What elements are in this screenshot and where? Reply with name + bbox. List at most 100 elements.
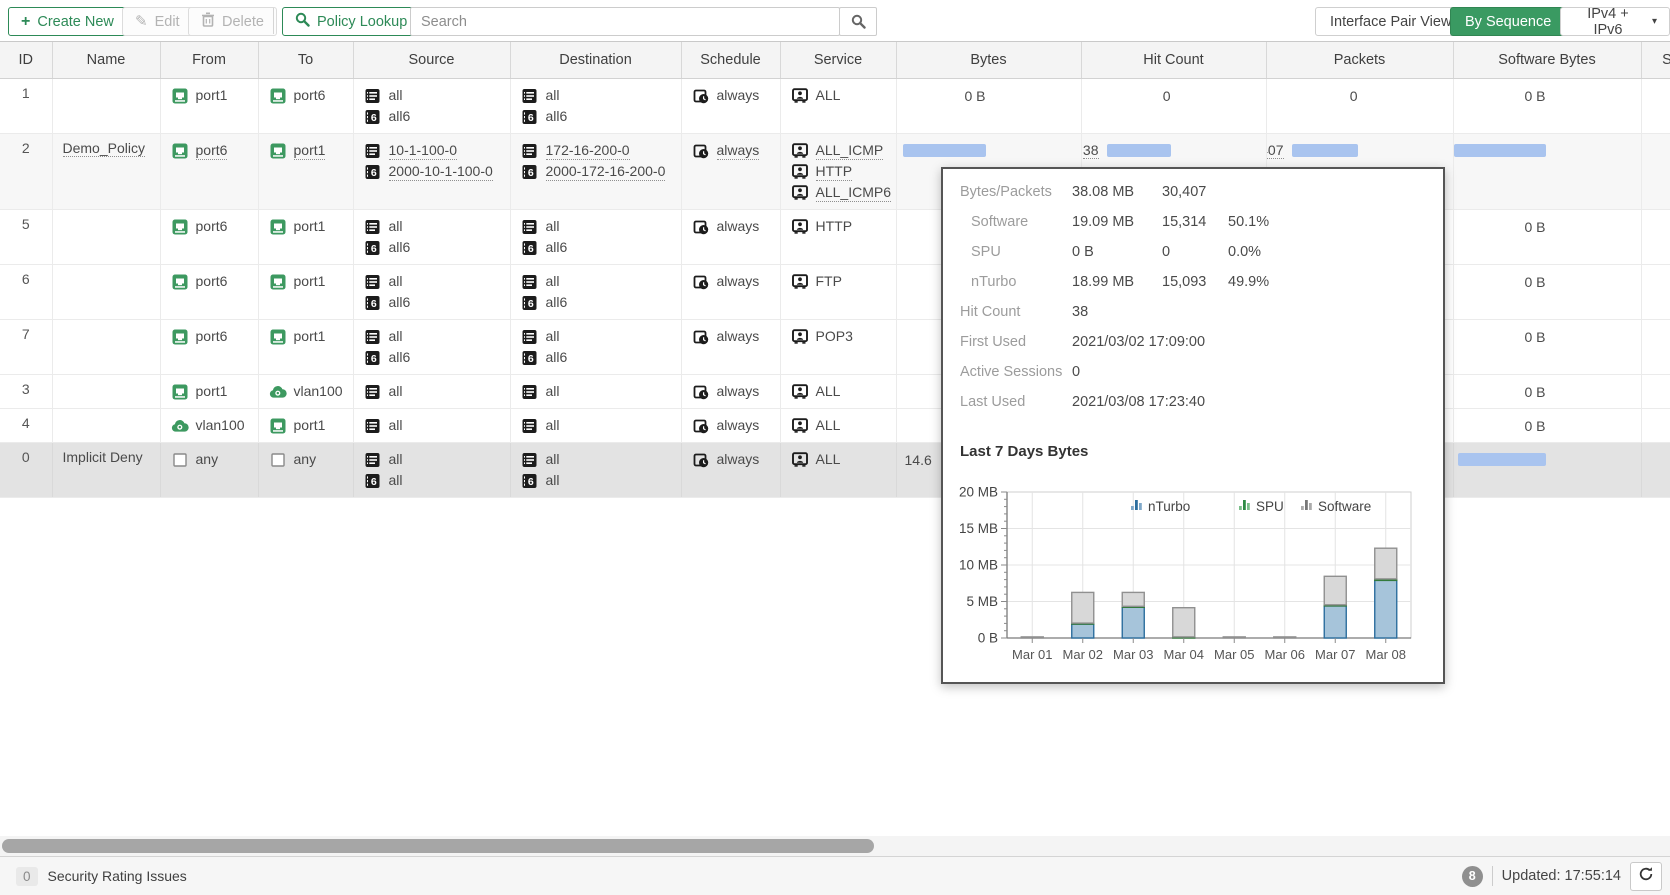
address-icon	[521, 88, 539, 104]
service[interactable]: ALL	[791, 415, 896, 436]
column-header-source[interactable]: Source	[353, 42, 510, 79]
column-header-hit-count[interactable]: Hit Count	[1081, 42, 1266, 79]
column-header-schedule[interactable]: Schedule	[681, 42, 780, 79]
source-address[interactable]: 6all	[364, 470, 510, 491]
schedule[interactable]: always	[692, 326, 780, 347]
service[interactable]: HTTP	[791, 216, 896, 237]
horizontal-scrollbar-thumb[interactable]	[2, 839, 874, 853]
source-address[interactable]: 6all6	[364, 292, 510, 313]
column-header-name[interactable]: Name	[52, 42, 160, 79]
refresh-button[interactable]	[1630, 862, 1662, 891]
source-address[interactable]: all	[364, 85, 510, 106]
edit-button[interactable]: ✎ Edit	[122, 7, 193, 36]
create-new-button[interactable]: + Create New	[8, 7, 127, 36]
column-header-destination[interactable]: Destination	[510, 42, 681, 79]
any-interface-checkbox-icon	[269, 453, 287, 467]
destination-address[interactable]: 62000-172-16-200-0	[521, 161, 681, 182]
ip-version-dropdown[interactable]: IPv4 + IPv6 ▾	[1560, 7, 1670, 36]
destination-address[interactable]: 6all6	[521, 237, 681, 258]
destination-address[interactable]: 6all6	[521, 292, 681, 313]
bytes-usage-bar	[903, 144, 986, 157]
delete-button[interactable]: Delete	[188, 7, 277, 36]
destination-address[interactable]: all	[521, 216, 681, 237]
from-interface-label: port6	[196, 142, 228, 160]
source-address[interactable]: all	[364, 415, 510, 436]
service[interactable]: ALL_ICMP6	[791, 182, 896, 203]
from-interface[interactable]: vlan100	[171, 415, 258, 436]
from-interface[interactable]: port6	[171, 271, 258, 292]
from-interface[interactable]: port1	[171, 85, 258, 106]
to-interface[interactable]: vlan100	[269, 381, 353, 402]
from-interface[interactable]: port6	[171, 140, 258, 161]
to-interface[interactable]: any	[269, 449, 353, 470]
schedule[interactable]: always	[692, 85, 780, 106]
source-address[interactable]: 6all6	[364, 237, 510, 258]
service[interactable]: FTP	[791, 271, 896, 292]
source-address[interactable]: 10-1-100-0	[364, 140, 510, 161]
service[interactable]: HTTP	[791, 161, 896, 182]
to-interface-label: vlan100	[294, 383, 343, 400]
from-interface[interactable]: port6	[171, 326, 258, 347]
schedule[interactable]: always	[692, 449, 780, 470]
source-address[interactable]: 6all6	[364, 106, 510, 127]
service[interactable]: ALL	[791, 381, 896, 402]
source-address[interactable]: all	[364, 216, 510, 237]
column-header-packets[interactable]: Packets	[1266, 42, 1453, 79]
column-header-service[interactable]: Service	[780, 42, 896, 79]
policy-name[interactable]: Demo_Policy	[63, 140, 145, 157]
schedule[interactable]: always	[692, 216, 780, 237]
to-interface[interactable]: port6	[269, 85, 353, 106]
to-interface[interactable]: port1	[269, 415, 353, 436]
search-submit-button[interactable]	[839, 7, 877, 36]
policy-stats-tooltip: Bytes/Packets38.08 MB30,407Software19.09…	[941, 167, 1445, 684]
source-address[interactable]: 6all6	[364, 347, 510, 368]
svg-text:10 MB: 10 MB	[959, 558, 998, 573]
destination-address[interactable]: 6all6	[521, 347, 681, 368]
destination-address[interactable]: all	[521, 449, 681, 470]
to-interface[interactable]: port1	[269, 216, 353, 237]
destination-address[interactable]: 6all6	[521, 106, 681, 127]
destination-address[interactable]: all	[521, 85, 681, 106]
service[interactable]: POP3	[791, 326, 896, 347]
source-address[interactable]: all	[364, 271, 510, 292]
destination-address[interactable]: all	[521, 415, 681, 436]
to-interface[interactable]: port1	[269, 271, 353, 292]
source-address[interactable]: all	[364, 381, 510, 402]
from-interface[interactable]: port1	[171, 381, 258, 402]
destination-address[interactable]: all	[521, 381, 681, 402]
to-interface[interactable]: port1	[269, 326, 353, 347]
source-address[interactable]: all	[364, 449, 510, 470]
by-sequence-button[interactable]: By Sequence	[1450, 7, 1566, 36]
column-header-software-bytes[interactable]: Software Bytes	[1453, 42, 1641, 79]
search-input[interactable]	[410, 7, 840, 36]
to-interface[interactable]: port1	[269, 140, 353, 161]
column-header-id[interactable]: ID	[0, 42, 52, 79]
schedule[interactable]: always	[692, 271, 780, 292]
destination-address[interactable]: 172-16-200-0	[521, 140, 681, 161]
column-header-so[interactable]: So	[1641, 42, 1670, 79]
destination-address[interactable]: all	[521, 326, 681, 347]
service[interactable]: ALL	[791, 85, 896, 106]
from-interface[interactable]: port6	[171, 216, 258, 237]
interface-pair-view-button[interactable]: Interface Pair View	[1315, 7, 1466, 36]
schedule[interactable]: always	[692, 381, 780, 402]
policy-row[interactable]: 1port1port6all6all6all6all6alwaysALL0 B0…	[0, 79, 1670, 134]
column-header-from[interactable]: From	[160, 42, 258, 79]
service[interactable]: ALL	[791, 449, 896, 470]
service[interactable]: ALL_ICMP	[791, 140, 896, 161]
schedule[interactable]: always	[692, 140, 780, 161]
horizontal-scrollbar[interactable]	[0, 836, 1670, 856]
source-address[interactable]: 62000-10-1-100-0	[364, 161, 510, 182]
source-address[interactable]: all	[364, 326, 510, 347]
stat-label: Last Used	[960, 394, 1072, 410]
from-interface[interactable]: any	[171, 449, 258, 470]
column-header-to[interactable]: To	[258, 42, 353, 79]
policy-lookup-button[interactable]: Policy Lookup	[282, 7, 420, 36]
admin-count-badge[interactable]: 8	[1462, 866, 1483, 887]
source-address-label: all6	[389, 239, 411, 256]
security-rating-issues-label[interactable]: Security Rating Issues	[48, 868, 187, 884]
destination-address[interactable]: all	[521, 271, 681, 292]
column-header-bytes[interactable]: Bytes	[896, 42, 1081, 79]
destination-address[interactable]: 6all	[521, 470, 681, 491]
schedule[interactable]: always	[692, 415, 780, 436]
